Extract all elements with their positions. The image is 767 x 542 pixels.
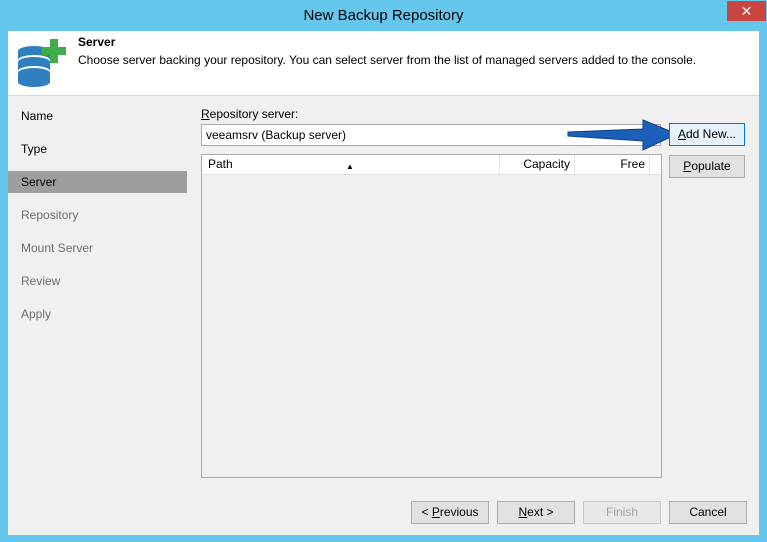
- table-header: Path ▲ Capacity Free: [202, 155, 661, 175]
- arrow-pointer-icon: [567, 119, 679, 151]
- nav-item-repository: Repository: [21, 208, 79, 222]
- nav-item-mount-server: Mount Server: [21, 241, 94, 255]
- title-bar[interactable]: New Backup Repository ✕: [0, 0, 767, 31]
- nav-item-name[interactable]: Name: [8, 105, 187, 127]
- add-new-button[interactable]: Add New...: [669, 123, 745, 146]
- new-backup-repository-window: New Backup Repository ✕ Server Choose se…: [0, 0, 767, 542]
- wizard-client-area: Server Choose server backing your reposi…: [8, 31, 759, 535]
- window-title: New Backup Repository: [303, 7, 464, 24]
- step-title: Server: [78, 35, 116, 49]
- repository-server-label: Repository server:: [201, 107, 299, 121]
- repository-path-table[interactable]: Path ▲ Capacity Free: [201, 154, 662, 478]
- populate-button[interactable]: Populate: [669, 155, 745, 178]
- nav-item-apply: Apply: [21, 307, 52, 321]
- column-header-capacity[interactable]: Capacity: [500, 155, 575, 174]
- column-header-free[interactable]: Free: [575, 155, 650, 174]
- cancel-button[interactable]: Cancel: [669, 501, 747, 524]
- database-add-icon: [18, 39, 66, 87]
- close-button[interactable]: ✕: [727, 1, 766, 21]
- close-icon: ✕: [740, 3, 753, 19]
- finish-button: Finish: [583, 501, 661, 524]
- nav-item-server[interactable]: Server: [8, 171, 187, 193]
- previous-button[interactable]: < Previous: [411, 501, 489, 524]
- nav-item-type[interactable]: Type: [8, 138, 187, 160]
- column-header-path[interactable]: Path ▲: [202, 155, 500, 174]
- nav-item-review: Review: [21, 274, 61, 288]
- next-button[interactable]: Next >: [497, 501, 575, 524]
- wizard-step-nav: Name Type Server Repository Mount Server…: [8, 96, 187, 535]
- step-description: Choose server backing your repository. Y…: [78, 53, 697, 67]
- sort-ascending-icon: ▲: [346, 162, 354, 171]
- wizard-header: Server Choose server backing your reposi…: [8, 31, 759, 96]
- server-step-content: Repository server: veeamsrv (Backup serv…: [190, 96, 759, 490]
- wizard-footer: < Previous Next > Finish Cancel: [8, 491, 759, 535]
